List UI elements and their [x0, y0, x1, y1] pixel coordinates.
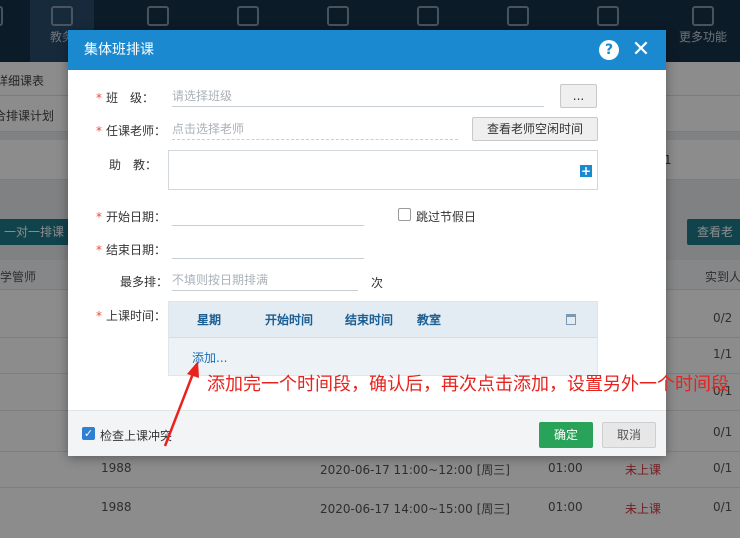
annotation-arrow	[163, 361, 199, 447]
annotation-text: 添加完一个时间段，确认后，再次点击添加，设置另外一个时间段	[207, 374, 729, 395]
